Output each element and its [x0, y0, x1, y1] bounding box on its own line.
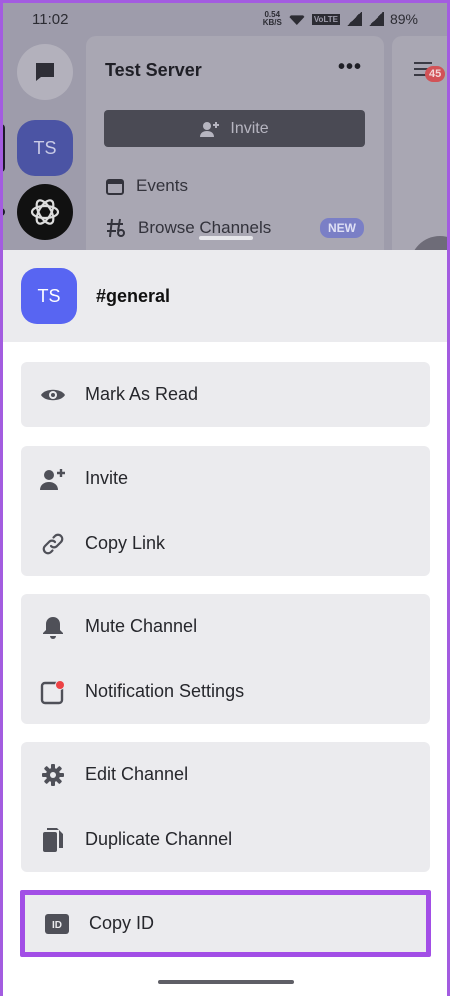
copy-id-label: Copy ID: [89, 913, 155, 933]
copy-link-label: Copy Link: [85, 533, 166, 553]
notification-settings-button[interactable]: Notification Settings: [21, 659, 430, 724]
signal-icon: [345, 12, 362, 26]
options-group-notifications: Mute Channel Notification Settings: [21, 594, 430, 724]
bell-icon: [21, 615, 85, 639]
server-panel: Test Server ••• Invite Events Browse Cha…: [86, 36, 384, 260]
browse-channels-row[interactable]: Browse Channels: [106, 218, 271, 238]
duplicate-icon: [21, 827, 85, 853]
server-icon-test-server[interactable]: TS: [17, 120, 73, 176]
openai-logo-icon: [30, 199, 60, 225]
copy-link-button[interactable]: Copy Link: [21, 511, 430, 576]
mark-as-read-label: Mark As Read: [85, 384, 199, 404]
gear-icon: [21, 763, 85, 787]
wifi-icon: [287, 15, 306, 25]
events-row[interactable]: Events: [106, 176, 188, 196]
calendar-icon: [106, 179, 124, 195]
svg-text:ID: ID: [52, 920, 62, 931]
unread-server-pill: [0, 208, 5, 216]
mark-as-read-button[interactable]: Mark As Read: [21, 362, 430, 427]
sheet-header: TS #general: [3, 250, 447, 342]
invite-label: Invite: [85, 468, 129, 488]
right-panel-peek: 45: [392, 36, 450, 260]
options-group-id: ID Copy ID: [20, 890, 431, 957]
sheet-drag-handle[interactable]: [199, 236, 253, 240]
server-name: Test Server: [105, 60, 202, 80]
chat-bubble-icon: [36, 63, 54, 81]
channel-server-avatar: TS: [21, 268, 77, 324]
server-menu-button[interactable]: •••: [338, 56, 362, 79]
add-user-icon: [21, 468, 85, 490]
status-bar: 11:02 0.54 KB/S VoLTE 89%: [0, 0, 450, 38]
browse-channels-label: Browse Channels: [138, 218, 272, 237]
notification-settings-label: Notification Settings: [85, 681, 245, 701]
notification-settings-icon: [21, 679, 85, 705]
direct-messages-button[interactable]: [17, 44, 73, 100]
server-invite-button[interactable]: Invite: [104, 110, 365, 147]
link-icon: [21, 532, 85, 556]
channel-options-sheet: TS #general Mark As Read Invite Copy Lin…: [3, 250, 447, 996]
status-time: 11:02: [32, 10, 69, 28]
mute-channel-label: Mute Channel: [85, 616, 198, 636]
events-label: Events: [136, 176, 188, 195]
battery-level: 89%: [389, 11, 418, 27]
unread-count-badge: 45: [425, 66, 446, 82]
id-icon: ID: [25, 913, 89, 935]
options-group-manage: Edit Channel Duplicate Channel: [21, 742, 430, 872]
browse-channels-icon: [107, 218, 125, 238]
duplicate-channel-button[interactable]: Duplicate Channel: [21, 807, 430, 872]
mute-channel-button[interactable]: Mute Channel: [21, 594, 430, 659]
volte-icon: VoLTE: [311, 13, 340, 25]
status-icons: 0.54 KB/S VoLTE 89%: [262, 10, 418, 28]
server-icon-openai[interactable]: [17, 184, 73, 240]
copy-id-button[interactable]: ID Copy ID: [25, 895, 426, 952]
invite-button[interactable]: Invite: [21, 446, 430, 511]
options-group-read: Mark As Read: [21, 362, 430, 427]
net-speed: 0.54 KB/S: [262, 10, 282, 27]
background-app: 11:02 0.54 KB/S VoLTE 89% TS Test Server…: [0, 0, 450, 260]
new-badge: NEW: [320, 218, 364, 238]
edit-channel-label: Edit Channel: [85, 764, 189, 784]
server-invite-label: Invite: [230, 119, 269, 137]
eye-icon: [21, 386, 85, 404]
signal-icon-2: [367, 12, 384, 26]
home-indicator[interactable]: [158, 980, 294, 984]
selected-server-pill: [0, 124, 5, 172]
add-user-icon: [200, 121, 220, 137]
edit-channel-button[interactable]: Edit Channel: [21, 742, 430, 807]
options-group-share: Invite Copy Link: [21, 446, 430, 576]
channel-name: #general: [96, 285, 171, 306]
duplicate-channel-label: Duplicate Channel: [85, 829, 233, 849]
